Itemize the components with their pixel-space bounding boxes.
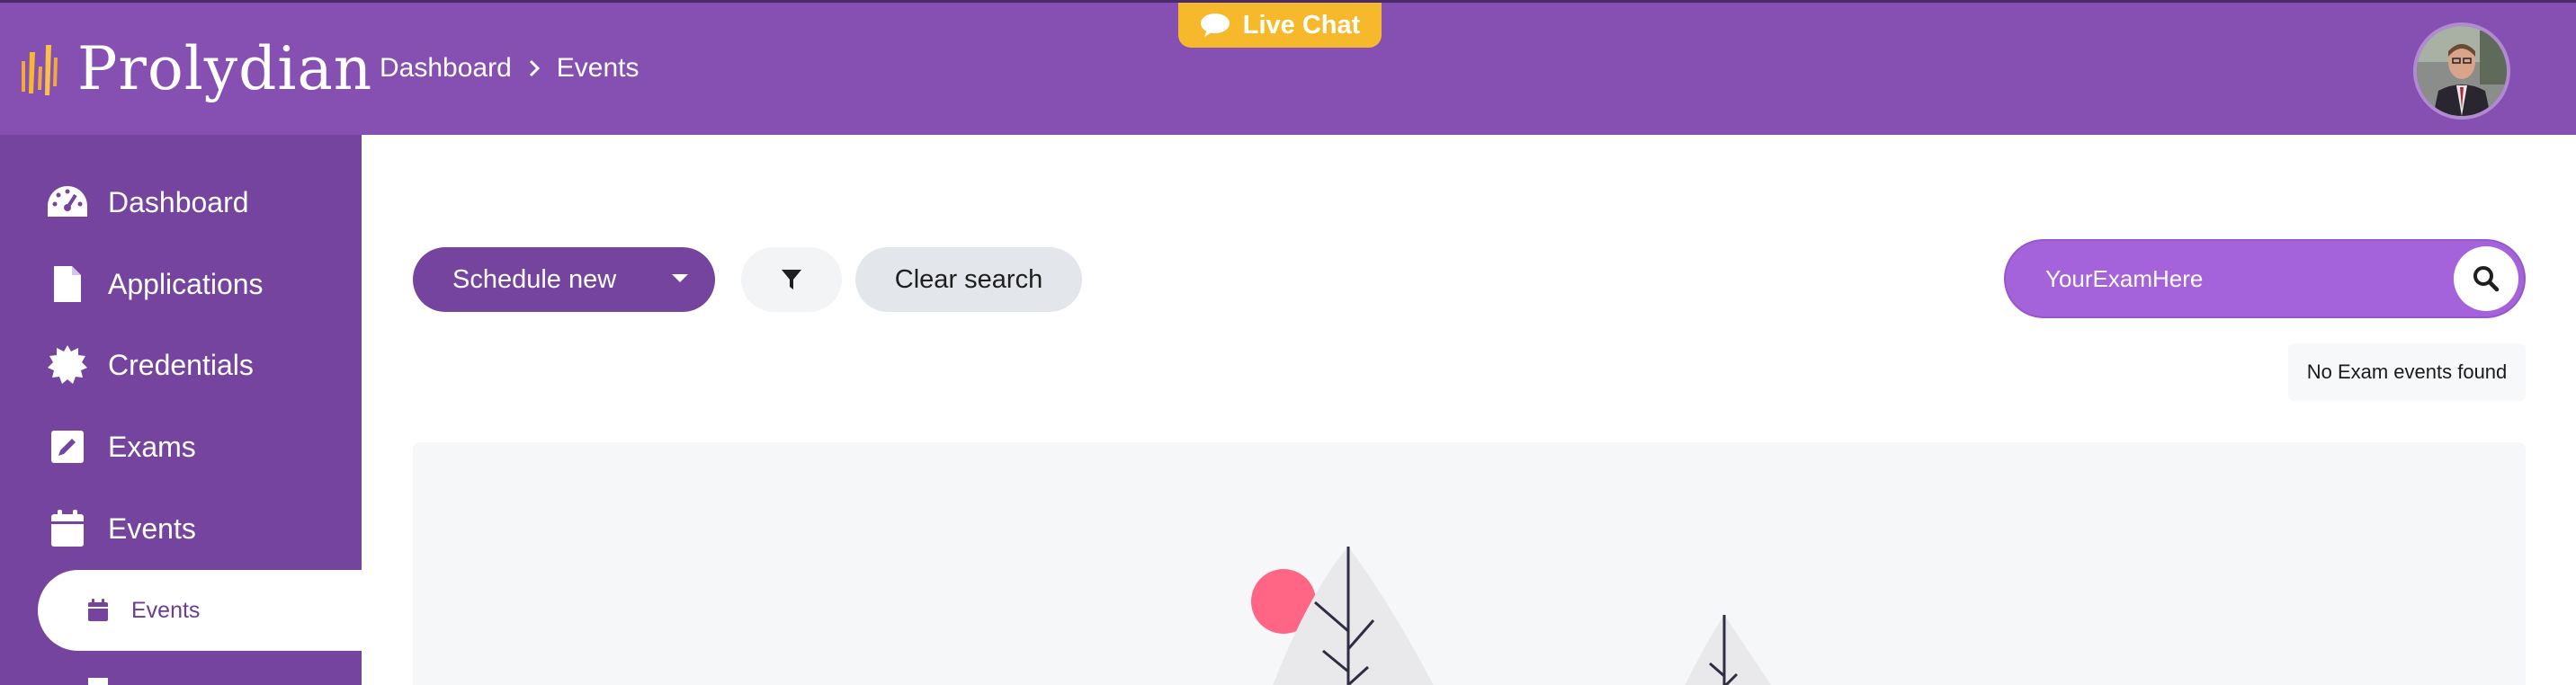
filter-button[interactable]	[741, 247, 842, 312]
sidebar-next-item-partial	[86, 671, 113, 685]
dashboard-gauge-icon	[45, 180, 90, 225]
caret-down-icon[interactable]	[672, 274, 688, 282]
sidebar-label-credentials: Credentials	[108, 348, 254, 381]
sidebar-item-credentials[interactable]: Credentials	[0, 329, 362, 401]
sidebar-sublabel-events: Events	[131, 597, 201, 623]
certificate-icon	[45, 342, 90, 387]
file-icon	[45, 262, 90, 307]
sidebar-item-dashboard[interactable]: Dashboard	[0, 166, 362, 238]
sidebar-item-events[interactable]: Events	[0, 493, 362, 565]
filter-icon	[782, 270, 801, 289]
empty-state-panel	[413, 442, 2526, 685]
sidebar-label-exams: Exams	[108, 430, 196, 463]
chat-bubble-icon	[1200, 13, 1230, 38]
search-input[interactable]	[2045, 259, 2441, 298]
logo-mark-icon	[22, 45, 58, 95]
sidebar-item-applications[interactable]: Applications	[0, 248, 362, 320]
search-box	[2004, 239, 2526, 318]
sidebar-item-exams[interactable]: Exams	[0, 411, 362, 483]
breadcrumb-events: Events	[556, 53, 640, 83]
chevron-right-icon	[528, 58, 541, 78]
calendar-icon	[45, 506, 90, 551]
status-message: No Exam events found	[2288, 343, 2526, 401]
calendar-icon	[85, 597, 112, 624]
live-chat-button[interactable]: Live Chat	[1178, 3, 1382, 48]
live-chat-label: Live Chat	[1242, 10, 1361, 40]
main-content: Schedule new Clear search No Exam events…	[362, 135, 2576, 685]
sidebar-label-events: Events	[108, 512, 196, 545]
user-avatar[interactable]	[2413, 22, 2510, 120]
breadcrumb: Dashboard Events	[380, 53, 639, 84]
schedule-new-label: Schedule new	[452, 264, 617, 294]
edit-icon	[45, 424, 90, 469]
brand-name: Prolydian	[77, 34, 373, 103]
clear-search-label: Clear search	[894, 264, 1043, 294]
search-icon	[2473, 266, 2500, 292]
clear-search-button[interactable]: Clear search	[855, 247, 1082, 312]
breadcrumb-dashboard[interactable]: Dashboard	[380, 53, 512, 84]
search-button[interactable]	[2454, 246, 2518, 311]
schedule-new-button[interactable]: Schedule new	[413, 247, 715, 312]
top-header: Prolydian Dashboard Events Live Chat	[0, 0, 2576, 135]
sidebar-label-applications: Applications	[108, 267, 264, 300]
sidebar-label-dashboard: Dashboard	[108, 185, 249, 218]
brand-logo[interactable]: Prolydian	[18, 35, 372, 103]
empty-state-trees-illustration	[1251, 547, 1771, 685]
sidebar-subitem-events[interactable]: Events	[38, 570, 362, 651]
sidebar: Dashboard Applications Credentials Exams…	[0, 135, 362, 685]
avatar-photo-icon	[2417, 26, 2507, 116]
